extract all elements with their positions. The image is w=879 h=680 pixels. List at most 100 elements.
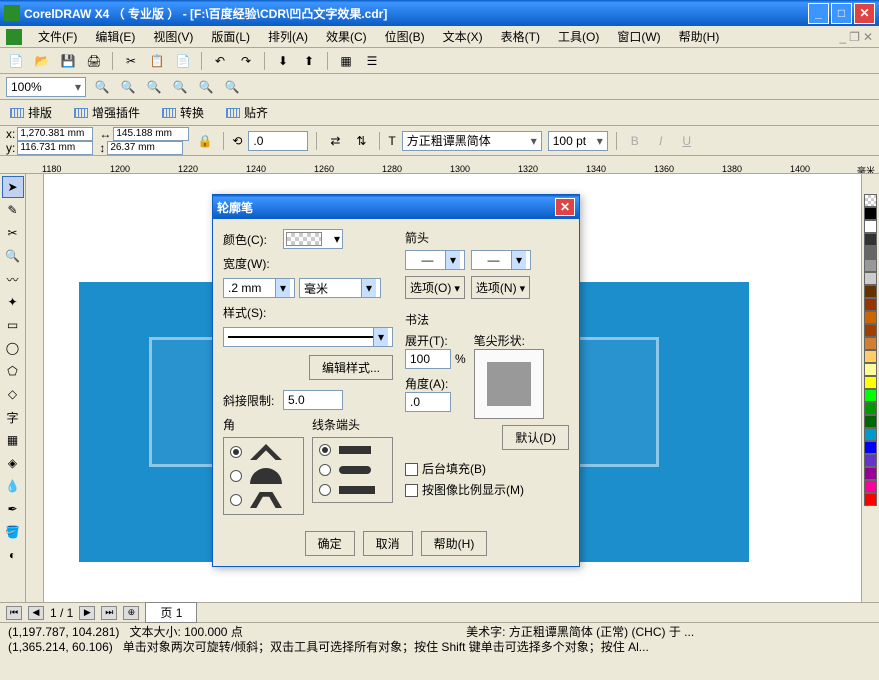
fontsize-combo[interactable]: 100 pt▾ [548, 131, 608, 151]
table-tool[interactable]: ▦ [2, 429, 24, 451]
cancel-button[interactable]: 取消 [363, 531, 413, 556]
save-button[interactable]: 💾 [58, 51, 78, 71]
page-tab[interactable]: 页 1 [145, 602, 197, 623]
swatch[interactable] [864, 415, 877, 428]
arrow-options-right[interactable]: 选项(N) ▾ [471, 276, 530, 299]
color-picker[interactable]: ▾ [283, 229, 343, 249]
edit-style-button[interactable]: 编辑样式... [309, 355, 393, 380]
arrow-start-combo[interactable]: —▾ [405, 250, 465, 270]
menu-text[interactable]: 文本(X) [435, 26, 491, 47]
cap-square-radio[interactable] [319, 444, 331, 456]
stretch-input[interactable]: 100 [405, 349, 451, 369]
open-button[interactable]: 📂 [32, 51, 52, 71]
swatch[interactable] [864, 467, 877, 480]
font-combo[interactable]: 方正粗谭黑简体▾ [402, 131, 542, 151]
miter-input[interactable]: 5.0 [283, 390, 343, 410]
corner-mitre-radio[interactable] [230, 446, 242, 458]
mdi-close[interactable]: ✕ [863, 30, 873, 44]
swatch[interactable] [864, 454, 877, 467]
mirror-h-icon[interactable]: ⇄ [325, 131, 345, 151]
menu-arrange[interactable]: 排列(A) [260, 26, 316, 47]
cut-button[interactable]: ✂ [121, 51, 141, 71]
menu-bitmap[interactable]: 位图(B) [377, 26, 433, 47]
swatch[interactable] [864, 376, 877, 389]
pick-tool[interactable]: ➤ [2, 176, 24, 198]
swatch[interactable] [864, 350, 877, 363]
page-add[interactable]: ⊕ [123, 606, 139, 620]
menu-table[interactable]: 表格(T) [493, 26, 548, 47]
mdi-minimize[interactable]: _ [839, 30, 846, 44]
menu-help[interactable]: 帮助(H) [671, 26, 728, 47]
tab-layout[interactable]: 排版 [6, 102, 56, 123]
x-input[interactable]: 1,270.381 mm [17, 127, 93, 141]
menu-file[interactable]: 文件(F) [30, 26, 85, 47]
menu-window[interactable]: 窗口(W) [609, 26, 668, 47]
swatch[interactable] [864, 324, 877, 337]
swatch[interactable] [864, 402, 877, 415]
tab-plugin[interactable]: 增强插件 [70, 102, 144, 123]
swatch[interactable] [864, 311, 877, 324]
rectangle-tool[interactable]: ▭ [2, 314, 24, 336]
corner-round-radio[interactable] [230, 470, 242, 482]
interactive-fill-tool[interactable]: ◐ [2, 544, 24, 566]
cap-extended-radio[interactable] [319, 484, 331, 496]
swatch[interactable] [864, 337, 877, 350]
print-button[interactable]: 🖨 [84, 51, 104, 71]
ellipse-tool[interactable]: ◯ [2, 337, 24, 359]
y-input[interactable]: 116.731 mm [17, 141, 93, 155]
zoom-in-icon[interactable]: 🔍 [92, 77, 112, 97]
swatch[interactable] [864, 480, 877, 493]
swatch[interactable] [864, 207, 877, 220]
tab-transform[interactable]: 转换 [158, 102, 208, 123]
help-button[interactable]: 帮助(H) [421, 531, 488, 556]
menu-layout[interactable]: 版面(L) [203, 26, 258, 47]
mirror-v-icon[interactable]: ⇅ [351, 131, 371, 151]
copy-button[interactable]: 📋 [147, 51, 167, 71]
menu-edit[interactable]: 编辑(E) [87, 26, 143, 47]
welcome-button[interactable]: ☰ [362, 51, 382, 71]
swatch[interactable] [864, 233, 877, 246]
cap-round-radio[interactable] [319, 464, 331, 476]
maximize-button[interactable]: □ [831, 3, 852, 24]
zoom-tool[interactable]: 🔍 [2, 245, 24, 267]
page-last[interactable]: ⏭ [101, 606, 117, 620]
zoom-width-icon[interactable]: 🔍 [222, 77, 242, 97]
width-input[interactable]: 145.188 mm [113, 127, 189, 141]
page-first[interactable]: ⏮ [6, 606, 22, 620]
swatch[interactable] [864, 246, 877, 259]
arrow-end-combo[interactable]: —▾ [471, 250, 531, 270]
zoom-selection-icon[interactable]: 🔍 [144, 77, 164, 97]
default-button[interactable]: 默认(D) [502, 425, 569, 450]
zoom-out-icon[interactable]: 🔍 [118, 77, 138, 97]
lock-ratio-icon[interactable]: 🔒 [195, 131, 215, 151]
eyedropper-tool[interactable]: 💧 [2, 475, 24, 497]
zoom-page-icon[interactable]: 🔍 [196, 77, 216, 97]
swatch-none[interactable] [864, 194, 877, 207]
width-combo[interactable]: .2 mm▾ [223, 278, 295, 298]
swatch[interactable] [864, 389, 877, 402]
smart-tool[interactable]: ✦ [2, 291, 24, 313]
swatch[interactable] [864, 259, 877, 272]
undo-button[interactable]: ↶ [210, 51, 230, 71]
paste-button[interactable]: 📄 [173, 51, 193, 71]
swatch[interactable] [864, 272, 877, 285]
style-combo[interactable]: ▾ [223, 327, 393, 347]
text-tool[interactable]: 字 [2, 406, 24, 428]
interactive-tool[interactable]: ◈ [2, 452, 24, 474]
basic-shapes-tool[interactable]: ◇ [2, 383, 24, 405]
freehand-tool[interactable]: 〰 [2, 268, 24, 290]
outline-tool[interactable]: ✒ [2, 498, 24, 520]
mdi-restore[interactable]: ❐ [849, 30, 860, 44]
redo-button[interactable]: ↷ [236, 51, 256, 71]
underline-icon[interactable]: U [677, 131, 697, 151]
swatch[interactable] [864, 428, 877, 441]
swatch[interactable] [864, 285, 877, 298]
zoom-all-icon[interactable]: 🔍 [170, 77, 190, 97]
minimize-button[interactable]: _ [808, 3, 829, 24]
tab-snap[interactable]: 贴齐 [222, 102, 272, 123]
fill-tool[interactable]: 🪣 [2, 521, 24, 543]
behind-fill-checkbox[interactable] [405, 463, 418, 476]
scale-with-checkbox[interactable] [405, 484, 418, 497]
swatch[interactable] [864, 220, 877, 233]
import-button[interactable]: ⬇ [273, 51, 293, 71]
